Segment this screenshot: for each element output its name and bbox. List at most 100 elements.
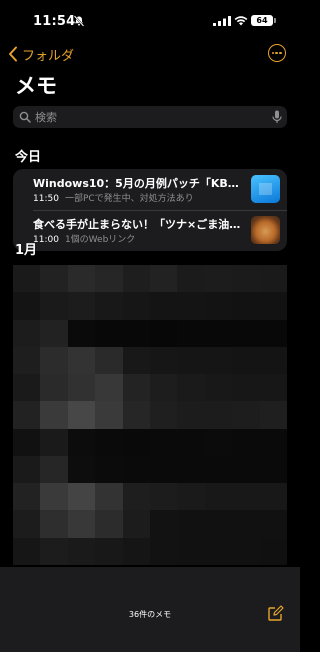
pixelated-block — [259, 537, 287, 565]
search-input[interactable] — [35, 106, 255, 128]
pixelated-block — [122, 346, 150, 375]
battery-icon: 64 — [251, 15, 276, 26]
status-time: 11:54 — [33, 14, 76, 29]
pixelated-block — [232, 401, 260, 429]
note-snippet: 一部PCで発生中、対処方法あり — [64, 194, 194, 204]
pixelated-block — [95, 537, 123, 565]
note-meta: 11:00 1個のWebリンク — [33, 232, 245, 245]
pixelated-block — [122, 537, 150, 565]
pixelated-block — [122, 292, 150, 320]
pixelated-block — [204, 537, 233, 565]
note-title: Windows10：5月の月例パッチ「KB50… — [33, 177, 245, 190]
pixelated-block — [95, 428, 123, 456]
pixelated-block — [13, 319, 41, 347]
pixelated-block — [67, 292, 96, 320]
pixelated-block — [149, 455, 178, 484]
microphone-icon[interactable] — [272, 110, 282, 124]
pixelated-block — [95, 483, 123, 511]
pixelated-block — [204, 265, 233, 293]
pixelated-block — [149, 483, 178, 511]
pixelated-block — [259, 292, 287, 320]
pixelated-block — [95, 319, 123, 347]
pixelated-block — [95, 374, 123, 402]
pixelated-block — [122, 455, 150, 484]
pixelated-block — [40, 346, 68, 375]
pixelated-block — [259, 319, 287, 347]
pixelated-block — [13, 428, 41, 456]
pixelated-block — [40, 319, 68, 347]
note-snippet: 1個のWebリンク — [64, 235, 136, 245]
pixelated-block — [67, 455, 96, 484]
pixelated-block — [232, 537, 260, 565]
search-bar[interactable] — [13, 106, 287, 128]
pixelated-block — [177, 428, 205, 456]
pixelated-block — [40, 483, 68, 511]
note-meta: 11:50 一部PCで発生中、対処方法あり — [33, 191, 245, 204]
pixelated-block — [204, 292, 233, 320]
pixelated-block — [122, 510, 150, 538]
pixelated-block — [232, 428, 260, 456]
bottom-toolbar: 36件のメモ — [0, 567, 300, 652]
pixelated-block — [13, 510, 41, 538]
windows-thumbnail — [251, 175, 280, 203]
navigation-bar: フォルダ — [0, 40, 300, 68]
pixelated-block — [232, 346, 260, 375]
pixelated-block — [67, 510, 96, 538]
pixelated-block — [13, 346, 41, 375]
note-item[interactable]: 食べる手が止まらない！「ツナ×ごま油」… 11:00 1個のWebリンク — [13, 210, 287, 251]
pixelated-block — [13, 483, 41, 511]
pixelated-block — [149, 401, 178, 429]
pixelated-block — [177, 292, 205, 320]
pixelated-block — [40, 455, 68, 484]
pixelated-block — [177, 510, 205, 538]
pixelated-block — [40, 374, 68, 402]
pixelated-block — [95, 455, 123, 484]
compose-icon[interactable] — [268, 605, 284, 621]
pixelated-block — [67, 346, 96, 375]
pixelated-block — [177, 265, 205, 293]
chevron-left-icon — [9, 46, 17, 62]
pixelated-block — [149, 319, 178, 347]
pixelated-block — [13, 455, 41, 484]
note-item[interactable]: Windows10：5月の月例パッチ「KB50… 11:50 一部PCで発生中、対… — [13, 169, 287, 210]
food-thumbnail — [251, 216, 280, 244]
pixelated-block — [67, 374, 96, 402]
back-button[interactable]: フォルダ — [8, 42, 74, 66]
pixelated-block — [177, 455, 205, 484]
pixelated-block — [149, 346, 178, 375]
pixelated-block — [67, 428, 96, 456]
pixelated-block — [204, 428, 233, 456]
pixelated-block — [259, 428, 287, 456]
pixelated-block — [232, 455, 260, 484]
pixelated-block — [122, 428, 150, 456]
pixelated-block — [177, 483, 205, 511]
note-time: 11:50 — [33, 194, 59, 204]
pixelated-block — [232, 265, 260, 293]
pixelated-block — [232, 374, 260, 402]
pixelated-block — [122, 401, 150, 429]
pixelated-block — [204, 319, 233, 347]
more-options-icon[interactable] — [268, 44, 286, 62]
pixelated-block — [122, 319, 150, 347]
cellular-signal-icon — [213, 16, 231, 26]
section-header-january: 1月 — [15, 243, 38, 258]
pixelated-block — [259, 374, 287, 402]
pixelated-block — [122, 374, 150, 402]
pixelated-block — [122, 483, 150, 511]
pixelated-block — [149, 265, 178, 293]
pixelated-block — [67, 401, 96, 429]
pixelated-block — [149, 510, 178, 538]
pixelated-block — [259, 455, 287, 484]
pixelated-block — [67, 265, 96, 293]
pixelated-block — [259, 483, 287, 511]
pixelated-block — [122, 265, 150, 293]
back-button-label: フォルダ — [22, 48, 75, 64]
pixelated-block — [259, 401, 287, 429]
pixelated-block — [259, 510, 287, 538]
pixelated-block — [259, 346, 287, 375]
pixelated-block — [40, 401, 68, 429]
pixelated-block — [13, 265, 41, 293]
silent-bell-icon — [73, 15, 85, 27]
pixelated-block — [149, 428, 178, 456]
pixelated-block — [149, 537, 178, 565]
